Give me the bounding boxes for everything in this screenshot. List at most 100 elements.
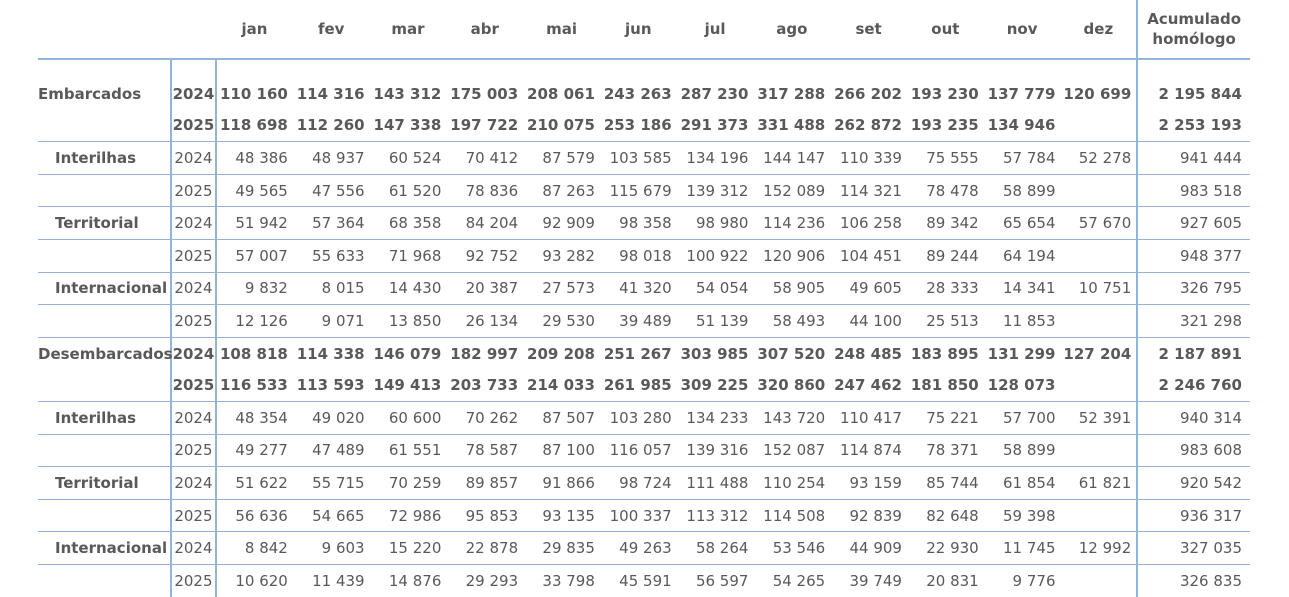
month-value-cell: 331 488 bbox=[753, 109, 831, 143]
month-value-cell: 49 277 bbox=[216, 434, 293, 468]
month-value-cell: 197 722 bbox=[446, 109, 524, 143]
month-value-cell: 143 720 bbox=[753, 401, 831, 435]
month-value-cell: 20 387 bbox=[446, 272, 524, 306]
month-value-cell: 92 752 bbox=[446, 239, 524, 273]
month-value-cell: 291 373 bbox=[676, 109, 754, 143]
row-label: Desembarcados bbox=[38, 344, 173, 363]
month-value-cell: 47 489 bbox=[292, 434, 370, 468]
spacer-acc-cell bbox=[1136, 59, 1250, 78]
month-value-cell: 47 556 bbox=[292, 174, 370, 208]
header-accumulated-line2: homólogo bbox=[1152, 30, 1236, 48]
accumulated-value-cell: 941 444 bbox=[1136, 141, 1250, 175]
month-value-cell: 61 520 bbox=[369, 174, 447, 208]
row-year: 2024 bbox=[169, 206, 218, 240]
month-value-cell: 9 832 bbox=[216, 272, 293, 306]
month-value-cell: 128 073 bbox=[983, 369, 1061, 402]
header-month-mai: mai bbox=[523, 0, 600, 60]
passenger-table-container: jan fev mar abr mai jun jul ago set out … bbox=[38, 0, 1250, 597]
month-value-cell: 146 079 bbox=[373, 344, 442, 363]
table-row: 2025 57 007 55 633 71 968 92 752 93 282 98 018… bbox=[38, 239, 1250, 273]
month-value-cell: 70 259 bbox=[369, 466, 447, 500]
row-year: 2024 bbox=[169, 401, 218, 435]
table-row: Territorial 2024 51 942 57 364 68 358 84 204 9… bbox=[38, 206, 1250, 240]
accumulated-value-cell: 940 314 bbox=[1136, 401, 1250, 435]
spacer-year-cell bbox=[169, 59, 218, 78]
month-value-cell: 29 293 bbox=[465, 571, 519, 590]
month-value-cell: 13 850 bbox=[369, 304, 447, 338]
month-value-cell: 84 204 bbox=[446, 206, 524, 240]
month-value-cell: 108 818 bbox=[219, 344, 288, 363]
month-value-cell: 92 839 bbox=[830, 499, 907, 533]
row-label bbox=[38, 499, 171, 533]
accumulated-value-cell: 948 377 bbox=[1136, 239, 1250, 273]
row-year: 2025 bbox=[169, 109, 218, 143]
table-row: 2025 49 277 47 489 61 551 78 587 87 100 116 05… bbox=[38, 434, 1250, 468]
month-value-cell: 56 597 bbox=[695, 571, 749, 590]
month-value-cell: 61 551 bbox=[369, 434, 447, 468]
month-value-cell: 114 236 bbox=[753, 206, 831, 240]
month-value-cell: 262 872 bbox=[830, 109, 907, 143]
month-value-cell: 28 333 bbox=[906, 272, 984, 306]
month-value-cell: 92 909 bbox=[523, 206, 600, 240]
month-value-cell: 114 874 bbox=[830, 434, 907, 468]
month-value-cell: 181 850 bbox=[906, 369, 984, 402]
month-value-cell: 51 942 bbox=[216, 206, 293, 240]
month-value-cell: 152 089 bbox=[753, 174, 831, 208]
month-value-cell: 182 997 bbox=[450, 344, 519, 363]
table-row: 2025 56 636 54 665 72 986 95 853 93 135 100 33… bbox=[38, 499, 1250, 533]
accumulated-value-cell: 927 605 bbox=[1136, 206, 1250, 240]
month-value-cell: 113 312 bbox=[676, 499, 754, 533]
accumulated-value-cell: 321 298 bbox=[1136, 304, 1250, 338]
table-row: 2025 49 565 47 556 61 520 78 836 87 263 115 67… bbox=[38, 174, 1250, 208]
month-value-cell: 149 413 bbox=[369, 369, 447, 402]
month-value-cell: 98 724 bbox=[599, 466, 677, 500]
row-year: 2025 bbox=[169, 499, 218, 533]
table-row: Internacional 2024 9 832 8 015 14 430 20 387 2… bbox=[38, 272, 1250, 306]
header-month-jun: jun bbox=[599, 0, 677, 60]
month-value-cell: 110 339 bbox=[830, 141, 907, 175]
month-value-cell: 137 779 bbox=[987, 84, 1056, 103]
month-value-cell: 93 159 bbox=[830, 466, 907, 500]
month-value-cell: 70 262 bbox=[446, 401, 524, 435]
month-value-cell: 120 699 bbox=[1063, 84, 1132, 103]
month-value-cell: 116 533 bbox=[216, 369, 293, 402]
month-value-cell: 112 260 bbox=[292, 109, 370, 143]
month-value-cell: 10 751 bbox=[1060, 272, 1138, 306]
month-value-cell bbox=[1060, 369, 1138, 402]
month-value-cell: 82 648 bbox=[906, 499, 984, 533]
month-value-cell bbox=[1060, 239, 1138, 273]
row-year: 2024 bbox=[169, 337, 218, 370]
row-label: Internacional bbox=[38, 531, 171, 565]
row-label: Embarcados bbox=[38, 84, 142, 103]
month-value-cell: 72 986 bbox=[369, 499, 447, 533]
month-value-cell: 317 288 bbox=[757, 84, 826, 103]
month-value-cell: 98 980 bbox=[676, 206, 754, 240]
row-year: 2025 bbox=[169, 564, 218, 597]
month-value-cell: 106 258 bbox=[830, 206, 907, 240]
row-label bbox=[38, 109, 171, 143]
header-month-out: out bbox=[906, 0, 984, 60]
month-value-cell: 44 100 bbox=[830, 304, 907, 338]
month-value-cell: 89 244 bbox=[906, 239, 984, 273]
month-value-cell: 57 670 bbox=[1060, 206, 1138, 240]
table-row: 2025 12 126 9 071 13 850 26 134 29 530 39 489 5… bbox=[38, 304, 1250, 338]
month-value-cell: 261 985 bbox=[599, 369, 677, 402]
month-value-cell: 193 230 bbox=[910, 84, 979, 103]
header-month-dez: dez bbox=[1060, 0, 1138, 60]
row-label bbox=[38, 239, 171, 273]
header-month-fev: fev bbox=[292, 0, 370, 60]
accumulated-value-cell: 326 835 bbox=[1136, 564, 1250, 597]
month-value-cell: 116 057 bbox=[599, 434, 677, 468]
row-label: Territorial bbox=[38, 206, 171, 240]
header-year-cell bbox=[170, 0, 217, 60]
accumulated-value-cell: 2 246 760 bbox=[1136, 369, 1250, 402]
row-year: 2025 bbox=[169, 239, 218, 273]
spacer-row bbox=[38, 59, 1250, 78]
month-value-cell: 114 508 bbox=[753, 499, 831, 533]
month-value-cell: 58 493 bbox=[753, 304, 831, 338]
month-value-cell: 214 033 bbox=[523, 369, 600, 402]
month-value-cell: 287 230 bbox=[680, 84, 749, 103]
month-value-cell: 75 555 bbox=[906, 141, 984, 175]
accumulated-value-cell: 983 518 bbox=[1136, 174, 1250, 208]
month-value-cell: 65 654 bbox=[983, 206, 1061, 240]
